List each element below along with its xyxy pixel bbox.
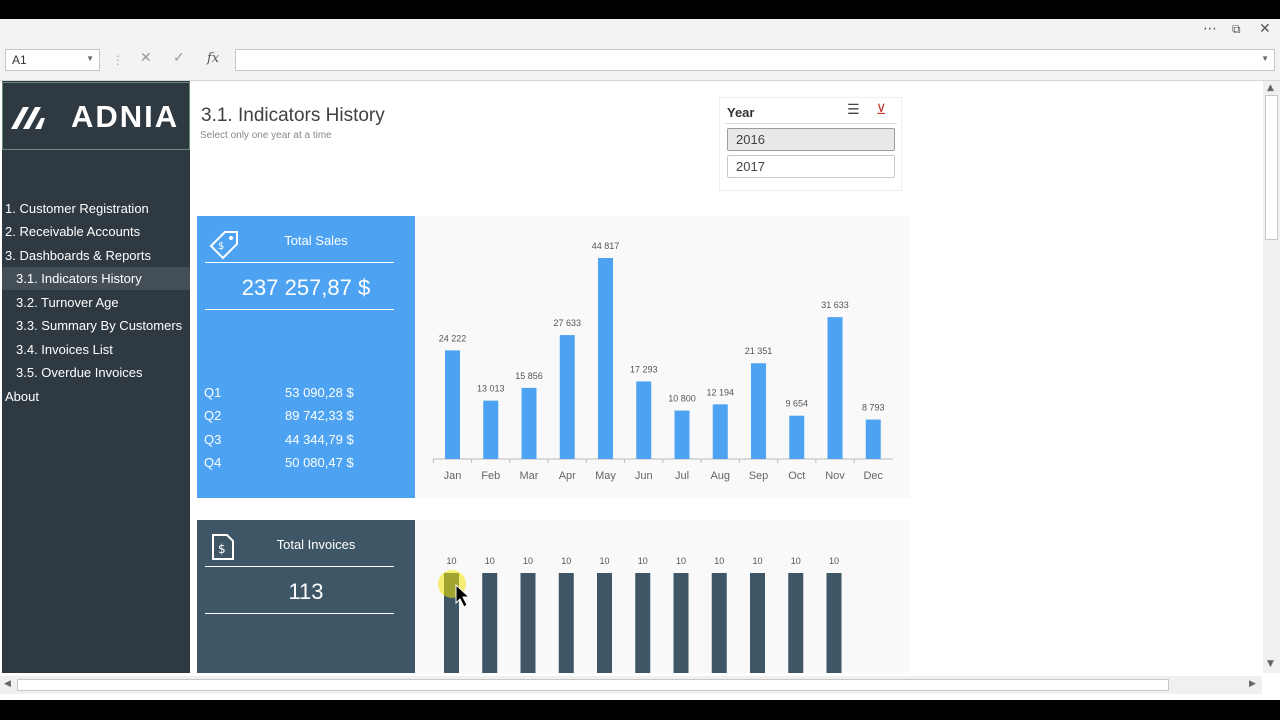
invoices-bar (558, 573, 574, 673)
scroll-up-icon[interactable]: ▲ (1267, 83, 1274, 93)
horizontal-scroll-thumb[interactable] (17, 679, 1169, 691)
sales-bar (521, 387, 537, 459)
sales-month-label: Jun (635, 470, 653, 482)
sales-month-label: Mar (520, 470, 539, 482)
sales-data-label: 8 793 (862, 403, 885, 413)
title-bar: ⋯ ⧉ ✕ (0, 19, 1280, 43)
sales-month-label: Dec (863, 470, 883, 482)
sales-bar (559, 335, 575, 459)
sales-bar (598, 258, 613, 459)
invoices-bar (673, 573, 689, 673)
sales-month-label: Feb (481, 470, 500, 482)
sales-month-label: Jan (444, 470, 462, 482)
sales-bar (751, 363, 766, 459)
sales-bar (636, 381, 652, 459)
sales-month-label: Nov (825, 470, 845, 482)
sales-month-label: Aug (710, 470, 730, 482)
sales-month-label: Sep (749, 470, 769, 482)
invoices-bar (597, 573, 612, 673)
invoices-data-label: 10 (714, 556, 724, 566)
scroll-right-icon[interactable]: ▶ (1249, 679, 1256, 689)
invoices-bar (826, 573, 842, 673)
cancel-icon[interactable]: ✕ (140, 50, 152, 66)
expand-formula-icon[interactable]: ▼ (1261, 54, 1269, 63)
invoices-bar (482, 573, 498, 673)
confirm-icon[interactable]: ✓ (173, 50, 185, 66)
more-options-icon[interactable]: ⋯ (1203, 21, 1217, 37)
insert-function-icon[interactable]: fx (207, 51, 219, 66)
invoices-bar (711, 573, 727, 673)
excel-window: ⋯ ⧉ ✕ A1 ▼ ⋮ ✕ ✓ fx ▼ ADNIA 1. Customer … (0, 19, 1280, 700)
vertical-scrollbar[interactable]: ▲ ▼ (1263, 81, 1280, 673)
sales-month-label: May (595, 470, 616, 482)
invoices-bar (750, 573, 765, 673)
sales-data-label: 10 800 (668, 394, 696, 404)
sales-data-label: 21 351 (745, 346, 773, 356)
formula-bar: A1 ▼ ⋮ ✕ ✓ fx ▼ (0, 43, 1280, 81)
sales-bar (827, 317, 843, 459)
close-icon[interactable]: ✕ (1259, 21, 1271, 37)
worksheet[interactable]: ADNIA 1. Customer Registration 2. Receiv… (0, 81, 1262, 673)
sales-month-label: Jul (675, 470, 689, 482)
sales-data-label: 17 293 (630, 364, 658, 374)
sales-data-label: 24 222 (439, 333, 467, 343)
sales-data-label: 44 817 (592, 241, 620, 251)
name-box[interactable]: A1 ▼ (5, 49, 100, 71)
sales-bar (712, 404, 728, 459)
invoices-bar (635, 573, 651, 673)
sales-data-label: 12 194 (706, 387, 734, 397)
sales-month-label: Apr (559, 470, 576, 482)
sales-month-label: Oct (788, 470, 805, 482)
invoices-data-label: 10 (485, 556, 495, 566)
sales-bar (865, 419, 881, 459)
horizontal-scrollbar[interactable]: ◀ ▶ (0, 676, 1262, 694)
invoices-data-label: 10 (561, 556, 571, 566)
sales-bar (789, 415, 805, 459)
sales-data-label: 31 633 (821, 300, 849, 310)
sales-bar (483, 400, 499, 459)
formula-bar-separator: ⋮ (112, 53, 124, 67)
invoices-bar (520, 573, 536, 673)
invoices-data-label: 10 (752, 556, 762, 566)
invoices-bar (788, 573, 804, 673)
invoices-data-label: 10 (599, 556, 609, 566)
sales-data-label: 15 856 (515, 371, 543, 381)
restore-icon[interactable]: ⧉ (1232, 22, 1241, 37)
chevron-down-icon[interactable]: ▼ (86, 54, 94, 63)
scroll-left-icon[interactable]: ◀ (4, 679, 11, 689)
sales-bar (674, 410, 690, 459)
name-box-value: A1 (12, 53, 27, 67)
invoices-data-label: 10 (446, 556, 456, 566)
sales-data-label: 9 654 (785, 399, 808, 409)
scroll-down-icon[interactable]: ▼ (1267, 659, 1274, 669)
charts-layer: 24 222 Jan 13 013 Feb 15 856 Mar 27 633 Apr 44 8… (432, 241, 893, 673)
formula-input[interactable]: ▼ (235, 49, 1275, 71)
invoices-data-label: 10 (638, 556, 648, 566)
invoices-data-label: 10 (676, 556, 686, 566)
sales-data-label: 13 013 (477, 384, 505, 394)
invoices-data-label: 10 (829, 556, 839, 566)
invoices-data-label: 10 (523, 556, 533, 566)
sales-data-label: 27 633 (553, 318, 581, 328)
invoices-data-label: 10 (791, 556, 801, 566)
sales-bar (445, 350, 460, 459)
vertical-scroll-thumb[interactable] (1265, 95, 1278, 240)
